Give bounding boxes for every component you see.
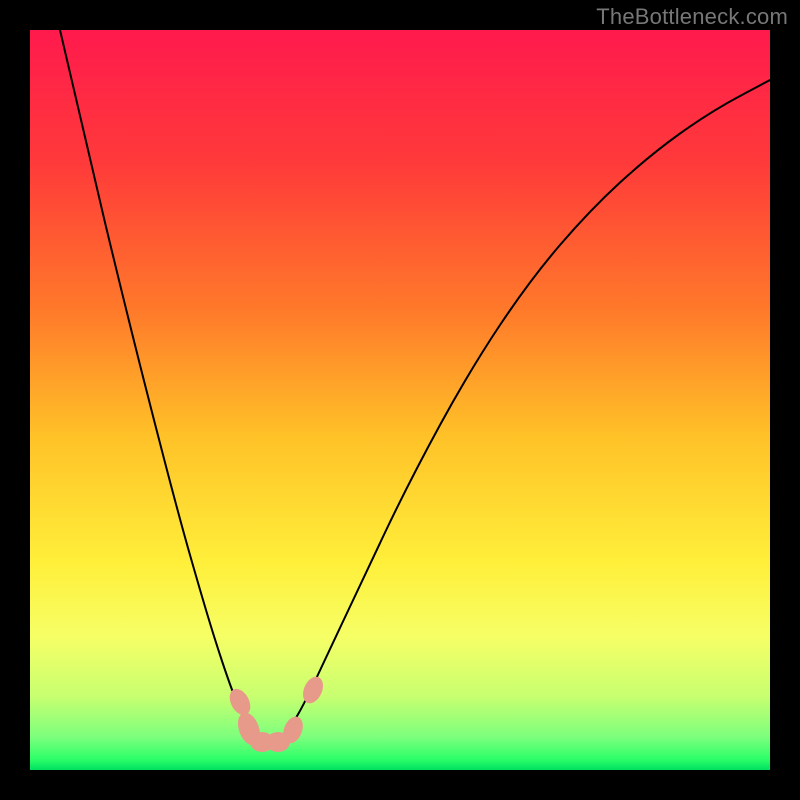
plot-area (30, 30, 770, 770)
watermark-label: TheBottleneck.com (596, 4, 788, 30)
gradient-background (30, 30, 770, 770)
chart-frame: TheBottleneck.com (0, 0, 800, 800)
chart-svg (30, 30, 770, 770)
